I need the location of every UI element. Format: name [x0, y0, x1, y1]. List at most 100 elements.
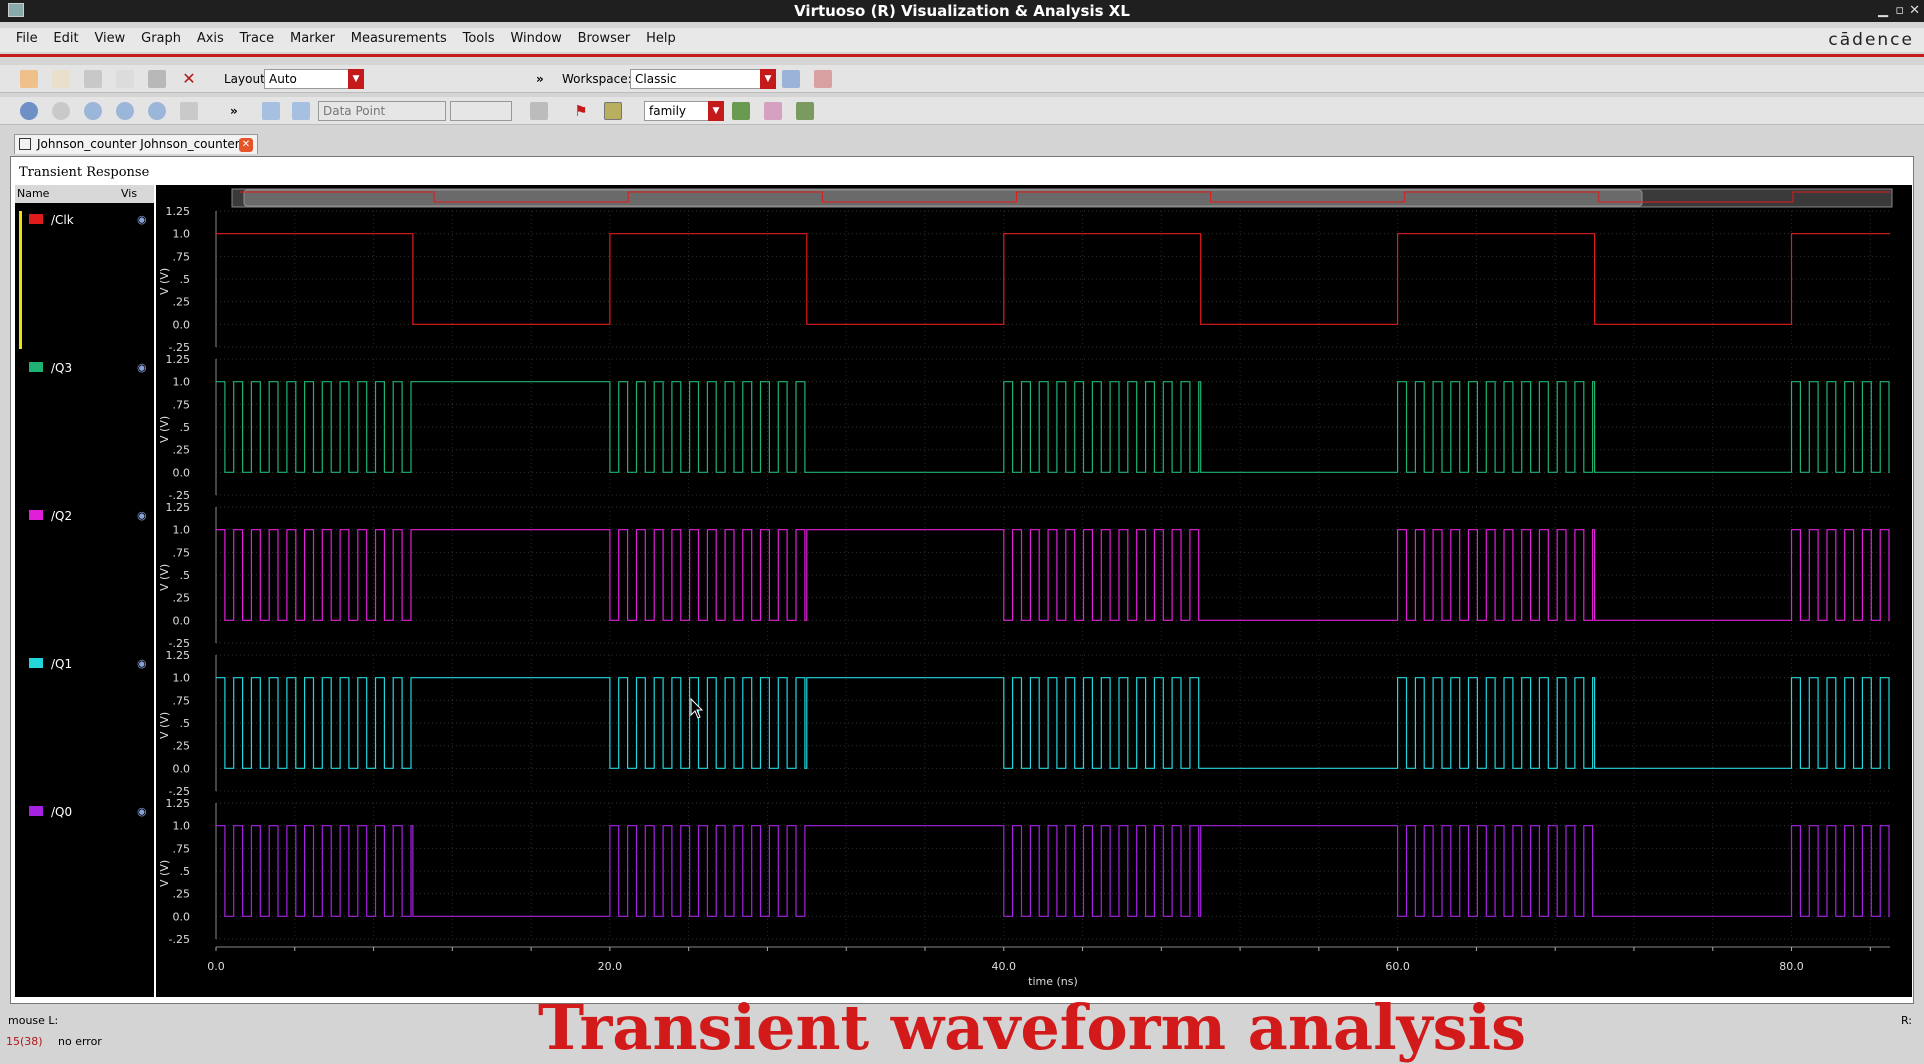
chevron-down-icon: ▼ — [760, 69, 776, 89]
plot-area[interactable]: 1.25 1.0 .75 .5 .25 0.0 -.25 V (V) 1.25 1.0 .75 .5.… — [156, 185, 1912, 997]
app-window: Virtuoso (R) Visualization & Analysis XL… — [0, 0, 1924, 1063]
y-tick-label: .25 — [173, 740, 191, 753]
y-axis-label: V (V) — [158, 416, 171, 443]
legend-name-header: Name — [17, 187, 50, 200]
trace-color-swatch — [29, 510, 43, 520]
marker-right-icon[interactable] — [292, 102, 310, 120]
y-tick-label: 1.0 — [173, 820, 191, 833]
trace-name-label: /Q2 — [51, 509, 73, 523]
tab-johnson-counter[interactable]: Johnson_counter Johnson_counter... ✕ — [14, 134, 258, 154]
trace-color-swatch — [29, 362, 43, 372]
y-tick-label: 1.25 — [166, 797, 191, 810]
waveform-trace-q2[interactable] — [216, 529, 1890, 621]
x-axis-label: time (ns) — [1028, 975, 1078, 988]
cut-icon[interactable] — [84, 70, 102, 88]
fit-icon[interactable] — [52, 102, 70, 120]
workspace-select[interactable]: Classic ▼ — [630, 69, 776, 89]
family-select[interactable]: family ▼ — [644, 101, 724, 121]
menu-graph[interactable]: Graph — [135, 28, 187, 50]
minimize-icon[interactable]: ▁ — [1878, 0, 1888, 22]
visibility-eye-icon[interactable]: ◉ — [137, 211, 147, 229]
redo-icon[interactable] — [52, 70, 70, 88]
tab-label: Johnson_counter Johnson_counter... — [37, 137, 251, 151]
y-tick-label: .25 — [173, 296, 191, 309]
title-bar: Virtuoso (R) Visualization & Analysis XL… — [0, 0, 1924, 22]
flag-icon[interactable]: ⚑ — [572, 102, 590, 120]
chevron-down-icon: ▼ — [348, 69, 364, 89]
trace-name-label: /Clk — [51, 213, 74, 227]
y-tick-label: .5 — [180, 569, 191, 582]
legend-item-q2[interactable]: /Q2 ◉ — [15, 507, 154, 525]
stripes-icon[interactable] — [20, 102, 38, 120]
zoom-icon[interactable] — [116, 102, 134, 120]
delete-icon[interactable]: ✕ — [180, 70, 198, 88]
y-axis-label: V (V) — [158, 268, 171, 295]
menu-help[interactable]: Help — [640, 28, 682, 50]
menu-bar: File Edit View Graph Axis Trace Marker M… — [0, 28, 1924, 52]
menu-view[interactable]: View — [88, 28, 131, 50]
menu-edit[interactable]: Edit — [47, 28, 84, 50]
copy-icon[interactable] — [116, 70, 134, 88]
info-icon[interactable] — [604, 102, 622, 120]
maximize-icon[interactable]: ▫ — [1895, 0, 1904, 22]
waveform-chart[interactable]: 1.25 1.0 .75 .5 .25 0.0 -.25 V (V) 1.25 1.0 .75 .5.… — [156, 185, 1912, 997]
datapoint-value-field[interactable] — [450, 101, 512, 121]
datapoint-select[interactable]: Data Point — [318, 101, 446, 121]
chevron-down-icon: ▼ — [708, 101, 724, 121]
visibility-eye-icon[interactable]: ◉ — [137, 359, 147, 377]
waveform-trace-q0[interactable] — [216, 825, 1890, 917]
y-tick-label: .75 — [173, 694, 191, 707]
more-tools-icon[interactable]: » — [536, 72, 544, 86]
marker-left-icon[interactable] — [262, 102, 280, 120]
waveform-trace-q1[interactable] — [216, 677, 1890, 769]
visibility-eye-icon[interactable]: ◉ — [137, 507, 147, 525]
panel-title: Transient Response — [19, 165, 150, 180]
undo-icon[interactable] — [20, 70, 38, 88]
legend-item-q0[interactable]: /Q0 ◉ — [15, 803, 154, 821]
trace-name-label: /Q1 — [51, 657, 73, 671]
menu-file[interactable]: File — [10, 28, 44, 50]
waveform-trace-clk[interactable] — [216, 233, 1890, 325]
trace-color-swatch — [29, 658, 43, 668]
status-message: no error — [58, 1035, 102, 1048]
zoom-out-icon[interactable] — [148, 102, 166, 120]
visibility-eye-icon[interactable]: ◉ — [137, 803, 147, 821]
more-tools-icon[interactable]: » — [230, 104, 238, 118]
workspace-label: Workspace: — [562, 72, 632, 86]
close-tab-icon[interactable]: ✕ — [239, 138, 253, 152]
y-tick-label: 0.0 — [173, 910, 191, 923]
close-window-icon[interactable]: ✕ — [1909, 0, 1920, 22]
family-merge-icon[interactable] — [796, 102, 814, 120]
family-sweep-icon[interactable] — [732, 102, 750, 120]
tab-row: Johnson_counter Johnson_counter... ✕ — [0, 130, 1924, 156]
trace-name-label: /Q0 — [51, 805, 73, 819]
save-workspace-icon[interactable] — [782, 70, 800, 88]
x-tick-label: 80.0 — [1779, 960, 1804, 973]
menu-axis[interactable]: Axis — [191, 28, 230, 50]
family-split-icon[interactable] — [764, 102, 782, 120]
y-axis-label: V (V) — [158, 860, 171, 887]
trace-color-swatch — [29, 214, 43, 224]
calculator-icon[interactable] — [530, 102, 548, 120]
trace-color-swatch — [29, 806, 43, 816]
menu-browser[interactable]: Browser — [572, 28, 637, 50]
menu-tools[interactable]: Tools — [457, 28, 501, 50]
legend-item-clk[interactable]: /Clk ◉ — [15, 211, 154, 229]
legend-item-q3[interactable]: /Q3 ◉ — [15, 359, 154, 377]
paste-icon[interactable] — [148, 70, 166, 88]
waveform-trace-q3[interactable] — [216, 381, 1890, 473]
layout-select[interactable]: Auto ▼ — [264, 69, 364, 89]
menu-window[interactable]: Window — [504, 28, 567, 50]
x-tick-label: 40.0 — [992, 960, 1017, 973]
zoom-in-icon[interactable] — [84, 102, 102, 120]
menu-marker[interactable]: Marker — [284, 28, 341, 50]
y-tick-label: 1.25 — [166, 353, 191, 366]
legend-item-q1[interactable]: /Q1 ◉ — [15, 655, 154, 673]
visibility-eye-icon[interactable]: ◉ — [137, 655, 147, 673]
menu-measurements[interactable]: Measurements — [345, 28, 453, 50]
menu-trace[interactable]: Trace — [234, 28, 281, 50]
delete-workspace-icon[interactable] — [814, 70, 832, 88]
y-tick-label: 1.25 — [166, 501, 191, 514]
select-area-icon[interactable] — [180, 102, 198, 120]
y-tick-label: .75 — [173, 398, 191, 411]
